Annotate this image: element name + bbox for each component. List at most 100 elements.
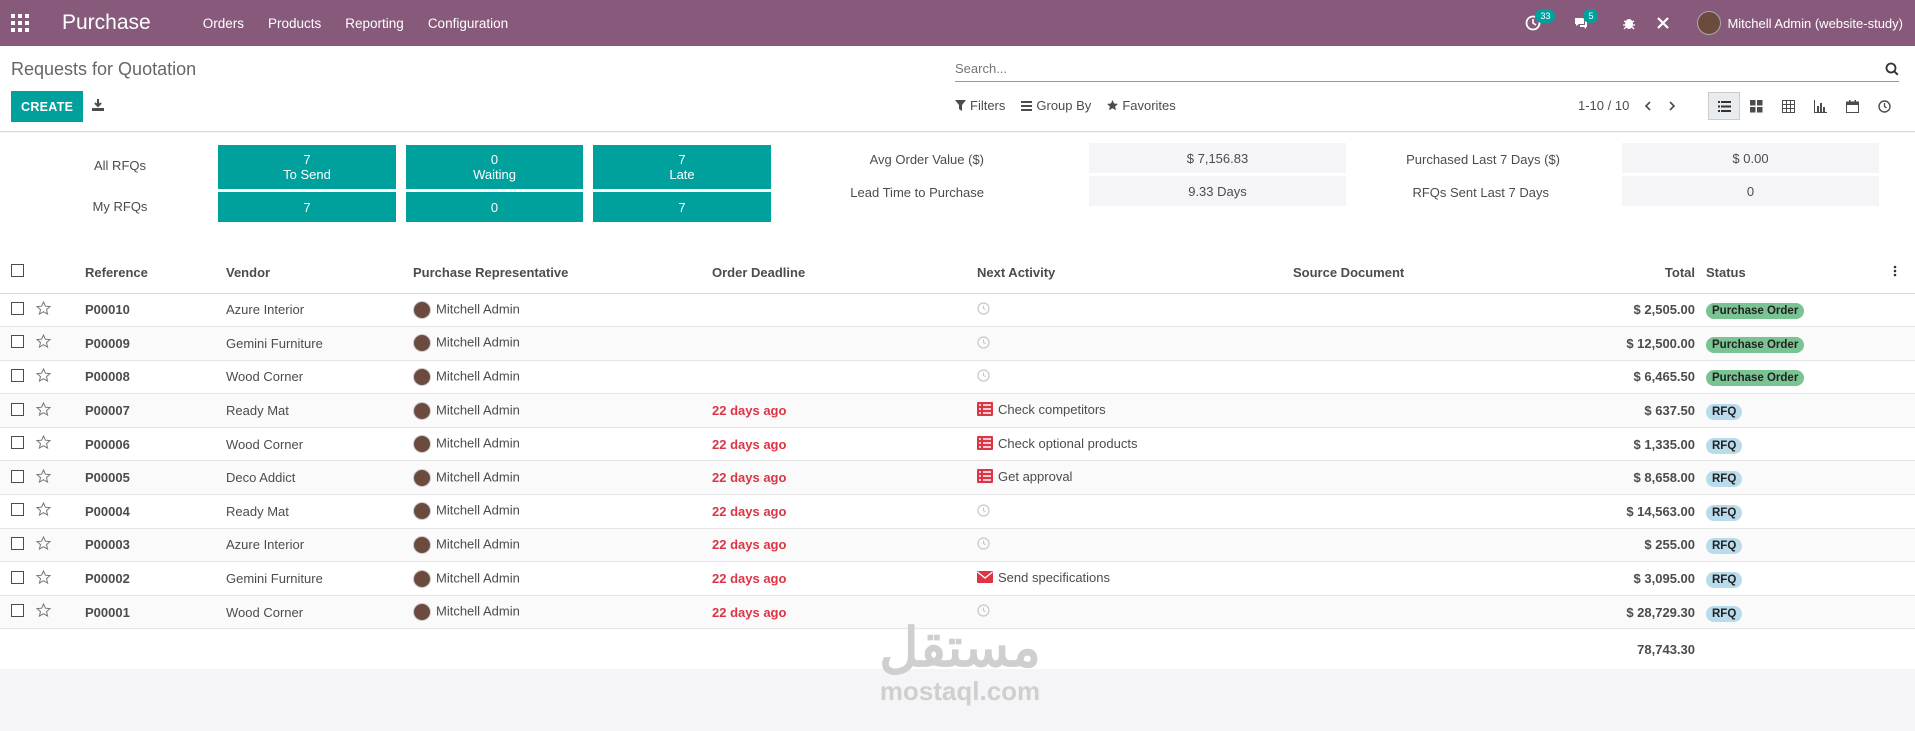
systray: 33 5 Mitchell Admin (website-study) bbox=[1525, 0, 1903, 46]
clock-icon[interactable] bbox=[977, 537, 990, 553]
optional-columns-toggle[interactable] bbox=[1893, 233, 1915, 294]
my-late-tile[interactable]: 7 bbox=[593, 192, 771, 222]
star-outline-icon[interactable] bbox=[35, 468, 52, 484]
row-total: $ 3,095.00 bbox=[1511, 561, 1703, 596]
my-waiting-tile[interactable]: 0 bbox=[406, 192, 583, 222]
row-checkbox[interactable] bbox=[11, 368, 24, 382]
search-input[interactable] bbox=[955, 61, 1885, 76]
col-vendor[interactable]: Vendor bbox=[226, 233, 413, 294]
activity-view-button[interactable] bbox=[1868, 92, 1900, 120]
user-name: Mitchell Admin (website-study) bbox=[1727, 15, 1903, 31]
row-reference: P00008 bbox=[85, 360, 226, 395]
list-icon[interactable] bbox=[977, 402, 993, 419]
envelope-icon[interactable] bbox=[977, 570, 993, 587]
kanban-view-button[interactable] bbox=[1740, 92, 1772, 120]
row-deadline: 22 days ago bbox=[712, 561, 977, 596]
col-total[interactable]: Total bbox=[1511, 233, 1703, 294]
pivot-view-button[interactable] bbox=[1772, 92, 1804, 120]
star-outline-icon[interactable] bbox=[35, 434, 52, 450]
row-rep-cell: Mitchell Admin bbox=[413, 393, 712, 428]
row-vendor: Deco Addict bbox=[226, 460, 413, 496]
row-total: $ 1,335.00 bbox=[1511, 427, 1703, 462]
row-end-cell bbox=[1893, 393, 1915, 428]
row-checkbox[interactable] bbox=[11, 301, 24, 315]
table-row[interactable]: P00005 Deco Addict Mitchell Admin 22 days a… bbox=[0, 460, 1915, 496]
star-outline-icon[interactable] bbox=[35, 401, 52, 417]
row-reference: P00003 bbox=[85, 528, 226, 563]
filters-button[interactable]: Filters bbox=[955, 98, 1005, 113]
row-status-cell: RFQ bbox=[1703, 528, 1893, 563]
row-checkbox[interactable] bbox=[11, 503, 24, 517]
star-outline-icon[interactable] bbox=[35, 535, 52, 551]
to-send-tile[interactable]: 7 To Send bbox=[218, 145, 396, 189]
my-to-send-tile[interactable]: 7 bbox=[218, 192, 396, 222]
row-deadline: 22 days ago bbox=[712, 494, 977, 529]
menu-products[interactable]: Products bbox=[256, 16, 333, 31]
graph-view-button[interactable] bbox=[1804, 92, 1836, 120]
chevron-right-icon[interactable] bbox=[1667, 100, 1677, 111]
menu-reporting[interactable]: Reporting bbox=[333, 16, 416, 31]
row-checkbox[interactable] bbox=[11, 436, 24, 450]
user-menu[interactable]: Mitchell Admin (website-study) bbox=[1697, 11, 1903, 35]
tools-menu[interactable] bbox=[1655, 15, 1671, 31]
table-row[interactable]: P00002 Gemini Furniture Mitchell Admin 22 d… bbox=[0, 561, 1915, 596]
pager-value[interactable]: 1-10 / 10 bbox=[1578, 98, 1629, 113]
list-icon[interactable] bbox=[977, 435, 993, 453]
create-button[interactable]: CREATE bbox=[11, 91, 84, 122]
star-outline-icon[interactable] bbox=[35, 602, 52, 618]
row-deadline bbox=[712, 360, 977, 395]
clock-icon[interactable] bbox=[977, 336, 990, 352]
table-row[interactable]: P00009 Gemini Furniture Mitchell Admin $ 12… bbox=[0, 326, 1915, 361]
late-tile[interactable]: 7 Late bbox=[593, 145, 771, 189]
star-outline-icon[interactable] bbox=[35, 300, 52, 316]
row-source bbox=[1293, 561, 1511, 596]
col-activity[interactable]: Next Activity bbox=[977, 233, 1293, 294]
clock-icon[interactable] bbox=[977, 369, 990, 385]
download-icon[interactable] bbox=[91, 98, 105, 112]
list-icon[interactable] bbox=[977, 469, 993, 486]
row-select-cell bbox=[0, 326, 36, 361]
row-checkbox[interactable] bbox=[11, 335, 24, 349]
favorites-button[interactable]: Favorites bbox=[1107, 98, 1176, 113]
activity-menu[interactable]: 33 bbox=[1525, 9, 1556, 31]
groupby-button[interactable]: Group By bbox=[1021, 98, 1091, 113]
menu-orders[interactable]: Orders bbox=[191, 16, 256, 31]
table-row[interactable]: P00010 Azure Interior Mitchell Admin $ 2,50… bbox=[0, 293, 1915, 328]
row-rep: Mitchell Admin bbox=[436, 569, 520, 585]
star-outline-icon[interactable] bbox=[35, 367, 52, 383]
clock-icon[interactable] bbox=[977, 504, 990, 520]
table-row[interactable]: P00008 Wood Corner Mitchell Admin $ 6,465.5… bbox=[0, 360, 1915, 395]
col-deadline[interactable]: Order Deadline bbox=[712, 233, 977, 294]
search-icon[interactable] bbox=[1885, 62, 1899, 76]
clock-icon[interactable] bbox=[977, 302, 990, 318]
menu-configuration[interactable]: Configuration bbox=[416, 16, 520, 31]
star-outline-icon[interactable] bbox=[35, 569, 52, 585]
col-source[interactable]: Source Document bbox=[1293, 233, 1511, 294]
row-checkbox[interactable] bbox=[11, 469, 24, 483]
row-rep-cell: Mitchell Admin bbox=[413, 460, 712, 496]
table-row[interactable]: P00007 Ready Mat Mitchell Admin 22 days ago… bbox=[0, 393, 1915, 428]
table-row[interactable]: P00004 Ready Mat Mitchell Admin 22 days ago… bbox=[0, 494, 1915, 529]
col-reference[interactable]: Reference bbox=[85, 233, 226, 294]
row-checkbox[interactable] bbox=[11, 570, 24, 584]
star-outline-icon[interactable] bbox=[35, 502, 52, 517]
waiting-tile[interactable]: 0 Waiting bbox=[406, 145, 583, 189]
row-source bbox=[1293, 360, 1511, 395]
row-checkbox[interactable] bbox=[11, 604, 24, 618]
select-all-checkbox[interactable] bbox=[11, 263, 24, 277]
star-outline-icon[interactable] bbox=[35, 334, 52, 349]
app-title[interactable]: Purchase bbox=[62, 11, 151, 35]
row-checkbox[interactable] bbox=[11, 536, 24, 550]
col-status[interactable]: Status bbox=[1703, 233, 1893, 294]
list-view-button[interactable] bbox=[1708, 92, 1740, 120]
messaging-menu[interactable]: 5 bbox=[1573, 9, 1599, 31]
table-row[interactable]: P00003 Azure Interior Mitchell Admin 22 day… bbox=[0, 528, 1915, 563]
calendar-view-button[interactable] bbox=[1836, 92, 1868, 120]
row-end-cell bbox=[1893, 460, 1915, 496]
debug-menu[interactable] bbox=[1621, 15, 1637, 31]
table-row[interactable]: P00006 Wood Corner Mitchell Admin 22 days a… bbox=[0, 427, 1915, 462]
col-rep[interactable]: Purchase Representative bbox=[413, 233, 712, 294]
chevron-left-icon[interactable] bbox=[1643, 100, 1653, 111]
apps-menu-icon[interactable] bbox=[0, 0, 40, 46]
row-checkbox[interactable] bbox=[11, 402, 24, 416]
